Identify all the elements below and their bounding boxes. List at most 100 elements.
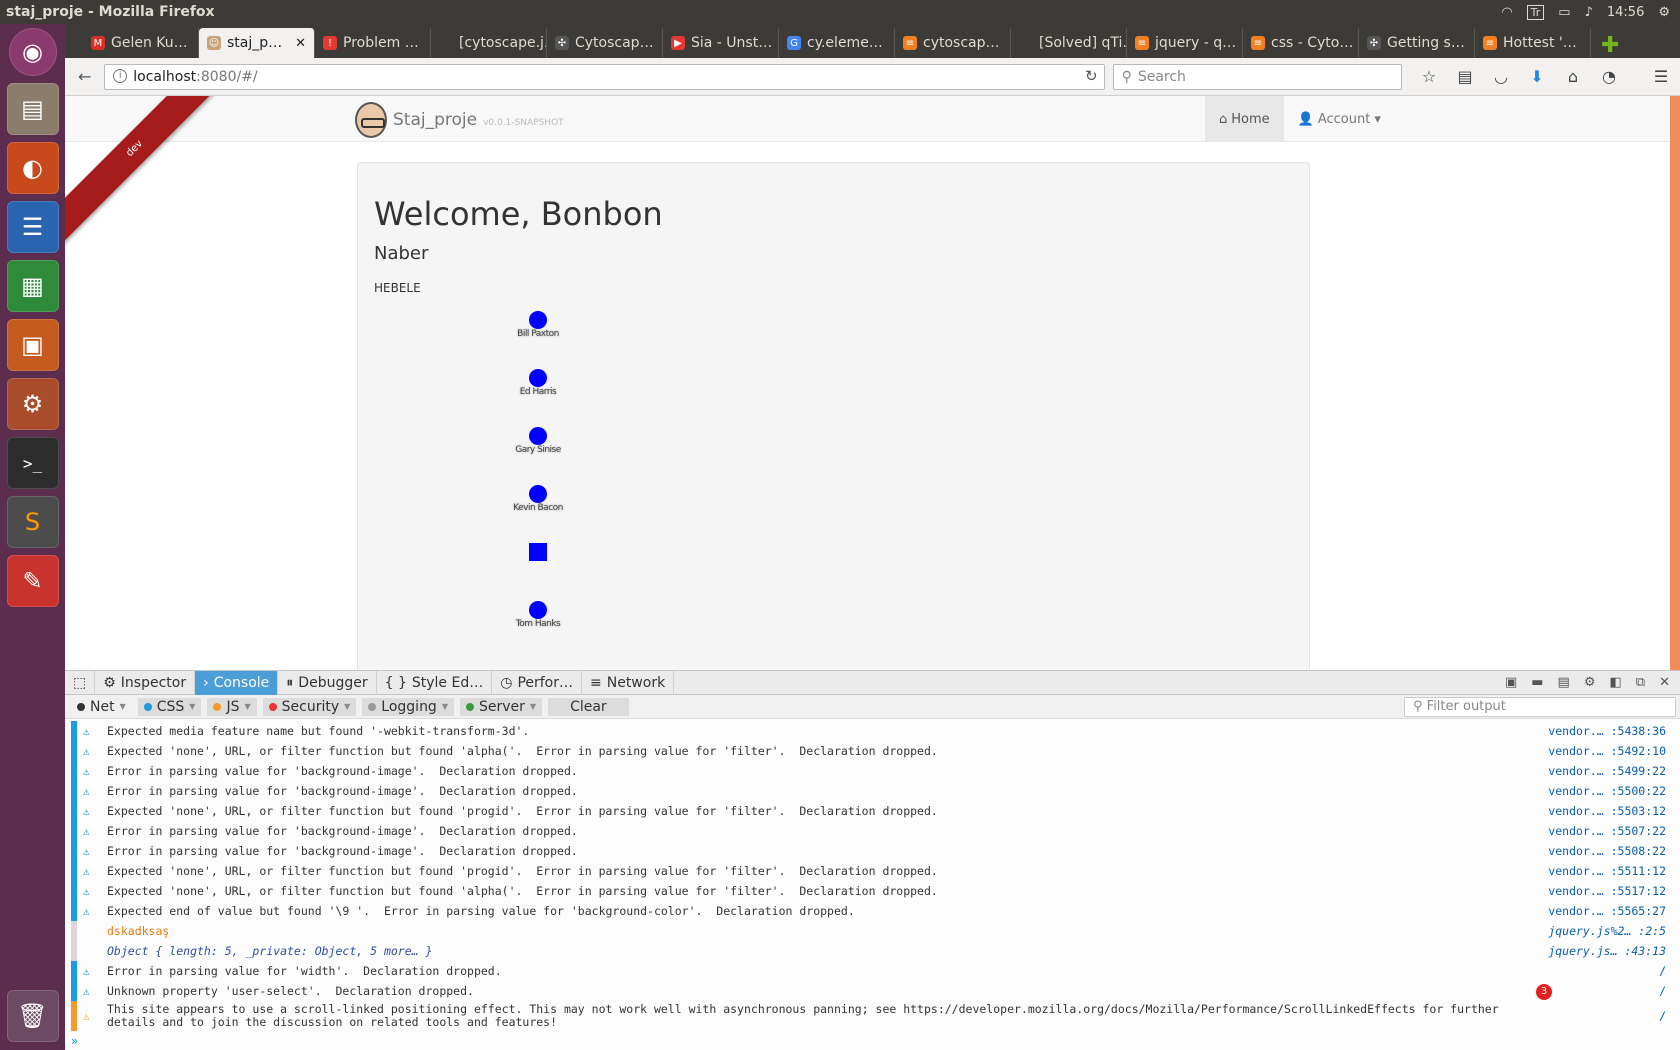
browser-tab[interactable]: ! Problem …	[315, 28, 431, 58]
console-prompt[interactable]: »	[71, 1034, 78, 1048]
graph-node[interactable]: Gary Sinise	[513, 427, 563, 455]
tab-performance[interactable]: ◷ Perfor…	[492, 670, 582, 695]
ubuntu-dash-icon[interactable]: ◉	[8, 28, 57, 76]
console-source-link[interactable]: vendor.… :5517:12	[1548, 884, 1666, 898]
browser-tab[interactable]: ≡ css - Cyto…	[1243, 28, 1359, 58]
writer-app-icon[interactable]: ☰	[6, 201, 59, 253]
console-source-link[interactable]: jquery.js… :43:13	[1548, 944, 1666, 958]
graph-node[interactable]	[513, 543, 563, 561]
battery-icon[interactable]: ▭	[1558, 5, 1570, 20]
console-message[interactable]: ⚠ Expected 'none', URL, or filter functio…	[65, 861, 1680, 881]
filter-logging[interactable]: Logging ▼	[362, 697, 454, 716]
filter-security[interactable]: Security ▼	[262, 697, 357, 716]
filter-js[interactable]: JS ▼	[207, 697, 257, 716]
console-message[interactable]: Object { length: 5, _private: Object, 5 …	[65, 941, 1680, 961]
console-message[interactable]: dskadksaş jquery.js%2… :2:5	[65, 921, 1680, 941]
graph-node[interactable]: Tom Hanks	[513, 601, 563, 629]
browser-tab[interactable]: ≡ cytoscap…	[895, 28, 1011, 58]
pocket-icon[interactable]: ◡	[1490, 66, 1512, 88]
options-gear-icon[interactable]: ⚙	[1584, 675, 1596, 690]
filter-net[interactable]: Net ▼	[71, 698, 132, 716]
brand[interactable]: Staj_proje v0.0.1-SNAPSHOT	[355, 102, 564, 138]
trash-icon[interactable]: 🗑	[6, 990, 59, 1042]
console-source-link[interactable]: vendor.… :5500:22	[1548, 784, 1666, 798]
menu-hamburger-icon[interactable]: ☰	[1650, 66, 1672, 88]
browser-tab[interactable]: [Solved] qTi…	[1011, 28, 1127, 58]
console-message[interactable]: ⚠ Unknown property 'user-select'. Declara…	[65, 981, 1680, 1001]
console-message[interactable]: ⚠ Expected 'none', URL, or filter functio…	[65, 881, 1680, 901]
reading-list-icon[interactable]: ▤	[1454, 66, 1476, 88]
reload-icon[interactable]: ↻	[1085, 67, 1098, 85]
tab-inspector[interactable]: ⚙ Inspector	[95, 670, 196, 695]
new-tab-icon[interactable]: ✚	[1591, 33, 1629, 58]
browser-tab[interactable]: ✣ Cytoscap…	[547, 28, 663, 58]
home-icon[interactable]: ⌂	[1562, 66, 1584, 88]
pdf-viewer-icon[interactable]: ✎	[6, 555, 59, 607]
console-message[interactable]: ⚠ Error in parsing value for 'background-…	[65, 821, 1680, 841]
tab-style-editor[interactable]: { } Style Ed…	[377, 670, 493, 695]
browser-tab[interactable]: Gcy.eleme…	[779, 28, 895, 58]
browser-tab[interactable]: ✣ Getting s…	[1359, 28, 1475, 58]
keyboard-layout-indicator[interactable]: Tr	[1526, 4, 1545, 20]
filter-css[interactable]: CSS ▼	[137, 697, 202, 716]
console-message[interactable]: ⚠ Error in parsing value for 'background-…	[65, 841, 1680, 861]
console-source-link[interactable]: vendor.… :5508:22	[1548, 844, 1666, 858]
responsive-icon[interactable]: ▣	[1505, 675, 1517, 690]
filter-output-input[interactable]: ⚲ Filter output	[1404, 696, 1676, 717]
undock-icon[interactable]: ⧉	[1636, 675, 1645, 690]
console-source-link[interactable]: /	[1659, 984, 1666, 998]
files-app-icon[interactable]: ▤	[6, 83, 59, 135]
url-bar[interactable]: i localhost:8080/#/ ↻	[104, 63, 1105, 90]
filter-server[interactable]: Server ▼	[459, 697, 543, 716]
console-message[interactable]: ⚠ Expected 'none', URL, or filter functio…	[65, 741, 1680, 761]
console-source-link[interactable]: /	[1659, 1009, 1666, 1023]
console-source-link[interactable]: vendor.… :5565:27	[1548, 904, 1666, 918]
wifi-icon[interactable]: ◠	[1501, 5, 1512, 20]
element-picker[interactable]: ⬚	[65, 670, 96, 695]
tab-console[interactable]: › Console	[195, 670, 279, 695]
console-source-link[interactable]: vendor.… :5492:10	[1548, 744, 1666, 758]
system-settings-icon[interactable]: ⚙	[6, 378, 59, 430]
browser-tab[interactable]: ≡ Hottest '…	[1475, 28, 1591, 58]
site-info-icon[interactable]: i	[113, 68, 128, 83]
scratchpad-icon[interactable]: ▤	[1558, 675, 1570, 690]
console-source-link[interactable]: vendor.… :5511:12	[1548, 864, 1666, 878]
volume-muted-icon[interactable]: ♪	[1585, 5, 1593, 20]
downloads-icon[interactable]: ⬇	[1526, 66, 1548, 88]
graph-node[interactable]: Bill Paxton	[513, 311, 563, 339]
graph-node[interactable]: Kevin Bacon	[513, 485, 563, 513]
tab-network[interactable]: ≡ Network	[582, 670, 675, 695]
impress-app-icon[interactable]: ▣	[6, 319, 59, 371]
console-source-link[interactable]: vendor.… :5503:12	[1548, 804, 1666, 818]
browser-tab[interactable]: ☺ staj_p… ✕	[199, 28, 315, 58]
back-arrow-icon[interactable]: ←	[73, 65, 96, 89]
console-message[interactable]: ⚠ This site appears to use a scroll-linke…	[65, 1001, 1680, 1031]
console-message[interactable]: ⚠ Expected 'none', URL, or filter functio…	[65, 801, 1680, 821]
clear-button[interactable]: Clear	[548, 697, 629, 716]
console-source-link[interactable]: jquery.js%2… :2:5	[1548, 924, 1666, 938]
menu-account[interactable]: 👤 Account ▾	[1284, 96, 1395, 142]
bookmark-star-icon[interactable]: ☆	[1418, 66, 1440, 88]
console-message[interactable]: ⚠ Expected end of value but found '\9 '. …	[65, 901, 1680, 921]
console-message[interactable]: ⚠ Error in parsing value for 'width'. Dec…	[65, 961, 1680, 981]
tab-close-icon[interactable]: ✕	[295, 36, 306, 51]
console-source-link[interactable]: /	[1659, 964, 1666, 978]
browser-tab[interactable]: ▶ Sia - Unst…	[663, 28, 779, 58]
page-scrollbar[interactable]	[1670, 96, 1680, 670]
terminal-app-icon[interactable]: >_	[6, 437, 59, 489]
close-icon[interactable]: ✕	[1659, 675, 1670, 690]
console-message[interactable]: ⚠ Error in parsing value for 'background-…	[65, 781, 1680, 801]
browser-tab[interactable]: M Gelen Ku…	[83, 28, 199, 58]
search-bar[interactable]: ⚲ Search	[1112, 63, 1402, 90]
browser-tab[interactable]: [cytoscape.j…	[431, 28, 547, 58]
clock[interactable]: 14:56	[1607, 5, 1644, 20]
firefox-app-icon[interactable]: ◐	[6, 142, 59, 194]
calc-app-icon[interactable]: ▦	[6, 260, 59, 312]
dock-side-icon[interactable]: ◧	[1610, 675, 1622, 690]
browser-tab[interactable]: ≡ jquery - q…	[1127, 28, 1243, 58]
tab-debugger[interactable]: ⏸ Debugger	[278, 670, 377, 695]
chat-icon[interactable]: ◔	[1598, 66, 1620, 88]
console-source-link[interactable]: vendor.… :5507:22	[1548, 824, 1666, 838]
menu-home[interactable]: ⌂ Home	[1205, 96, 1284, 142]
sublime-text-icon[interactable]: S	[6, 496, 59, 548]
